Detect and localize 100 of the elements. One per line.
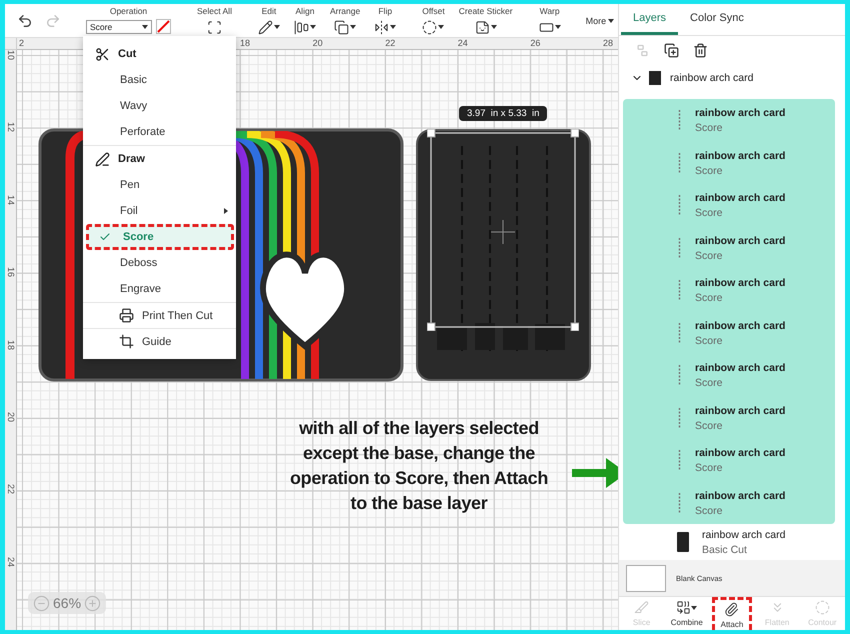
panel-action-button[interactable]: Attach — [712, 597, 752, 630]
score-line-icon — [677, 110, 682, 130]
toolbar-label: Flip — [378, 6, 392, 16]
layer-row[interactable]: rainbow arch card Score — [623, 226, 835, 269]
flip-button[interactable] — [374, 19, 396, 35]
group-thumbnail — [649, 71, 661, 85]
caret-icon — [142, 24, 148, 28]
layer-row[interactable]: rainbow arch card Score — [623, 312, 835, 354]
score-line-icon — [677, 408, 682, 428]
scissors-icon — [95, 46, 110, 62]
menu-section-title: Cut — [118, 48, 136, 60]
guide-icon — [119, 334, 134, 349]
toolbar-label: Edit — [262, 6, 276, 16]
layer-name: rainbow arch card — [695, 107, 786, 119]
select-all-button[interactable] — [206, 19, 222, 35]
group-name: rainbow arch card — [670, 72, 754, 84]
caret-icon — [310, 25, 316, 29]
toolbar-label: Align — [296, 6, 314, 16]
score-line-icon — [677, 280, 682, 300]
caret-icon — [438, 25, 444, 29]
layer-row[interactable]: rainbow arch card Score — [623, 396, 835, 439]
menu-item[interactable]: Wavy — [83, 93, 236, 119]
layer-operation: Basic Cut — [702, 544, 748, 556]
menu-item[interactable]: Score — [86, 224, 234, 250]
layer-operation: Score — [695, 377, 724, 389]
layer-operation: Score — [695, 420, 724, 432]
layer-row[interactable]: rainbow arch card Score — [623, 142, 835, 184]
arrow-icon — [572, 458, 618, 488]
layer-row[interactable]: rainbow arch card Score — [623, 439, 835, 482]
contour-icon — [814, 600, 830, 615]
duplicate-icon[interactable] — [664, 42, 679, 58]
panel-tab[interactable]: Color Sync — [678, 4, 756, 35]
caret-icon — [490, 25, 497, 29]
align-icon — [294, 20, 309, 34]
offset-button[interactable] — [422, 19, 444, 35]
caret-icon — [554, 25, 561, 29]
pencil-icon — [258, 20, 273, 34]
ruler-label: 22 — [5, 483, 16, 496]
more-button[interactable]: More — [580, 4, 618, 37]
score-line-icon — [677, 238, 682, 258]
pen-icon — [95, 152, 110, 166]
layer-name: rainbow arch card — [695, 277, 786, 289]
layer-name: rainbow arch card — [695, 150, 786, 162]
layer-operation: Score — [695, 164, 724, 176]
trash-icon[interactable] — [693, 42, 708, 58]
operation-dropdown[interactable]: Score — [86, 20, 152, 34]
ruler-label: 10 — [5, 50, 16, 61]
ruler-label: 20 — [5, 411, 16, 423]
selection-box[interactable] — [427, 129, 579, 331]
combine-icon — [676, 600, 692, 615]
panel-tab[interactable]: Layers — [621, 4, 678, 35]
layer-name: rainbow arch card — [695, 192, 786, 204]
canvas-thumbnail — [626, 564, 666, 592]
menu-item[interactable]: Pen — [83, 172, 236, 198]
layer-row[interactable]: rainbow arch card Score — [623, 184, 835, 226]
instruction-text: with all of the layers selected except the base, change the operation to Score, then Attach to the base layer — [288, 417, 550, 515]
menu-item[interactable]: Engrave — [83, 276, 236, 302]
align-button[interactable] — [294, 19, 316, 35]
menu-item[interactable]: Guide — [83, 329, 236, 354]
sticker-icon — [474, 20, 490, 34]
menu-item[interactable]: Basic — [83, 67, 236, 93]
caret-icon — [350, 25, 356, 29]
menu-item[interactable]: Perforate — [83, 119, 236, 145]
score-line-icon — [677, 450, 682, 470]
menu-item[interactable]: Deboss — [83, 250, 236, 276]
flip-icon — [374, 20, 390, 34]
sticker-button[interactable] — [474, 19, 497, 35]
slice-icon — [634, 600, 650, 615]
menu-item[interactable]: Print Then Cut — [83, 303, 236, 328]
toolbar-label: Create Sticker — [458, 6, 513, 16]
ruler-label: 12 — [5, 121, 16, 134]
toolbar-label: Arrange — [330, 6, 360, 16]
layer-operation: Score — [695, 250, 724, 262]
panel-action-button[interactable]: Combine — [666, 597, 707, 630]
toolbar-label: Operation — [110, 6, 148, 16]
layer-name: rainbow arch card — [695, 320, 786, 332]
dimension-label: 3.97 in x 5.33 in — [459, 106, 548, 121]
layer-name: rainbow arch card — [695, 447, 786, 459]
layer-operation: Score — [695, 292, 724, 304]
offset-icon — [422, 20, 438, 34]
redo-icon — [45, 12, 61, 28]
layer-name: rainbow arch card — [695, 362, 786, 374]
caret-icon — [691, 606, 698, 610]
caret-icon — [608, 18, 614, 22]
ruler-label: 2 — [19, 38, 24, 49]
toolbar-label: Warp — [540, 6, 560, 16]
caret-icon — [274, 25, 280, 29]
ruler-label: 24 — [5, 556, 16, 568]
select-all-icon — [206, 20, 222, 34]
layer-operation: Score — [695, 504, 724, 516]
layer-row[interactable]: rainbow arch card Score — [623, 269, 835, 312]
layer-row[interactable]: rainbow arch card Score — [623, 99, 835, 142]
layer-row[interactable]: rainbow arch card Score — [623, 354, 835, 396]
color-swatch-icon[interactable] — [156, 19, 171, 34]
arrange-button[interactable] — [334, 19, 356, 35]
pencil-button[interactable] — [258, 19, 280, 35]
menu-item[interactable]: Foil — [83, 198, 236, 224]
submenu-arrow-icon — [224, 208, 228, 214]
layer-row[interactable]: rainbow arch card Score — [623, 482, 835, 524]
ruler-label: 18 — [240, 38, 250, 49]
